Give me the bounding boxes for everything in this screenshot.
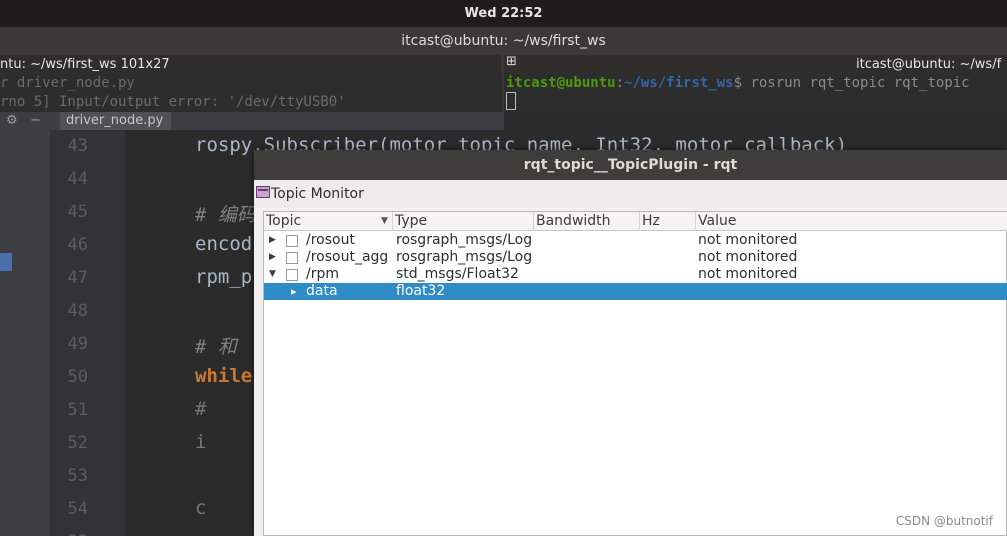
prompt-colon: :	[615, 75, 625, 91]
monitor-checkbox[interactable]	[286, 235, 298, 247]
cell-topic: data	[306, 283, 338, 299]
terminal-window-title: itcast@ubuntu: ~/ws/first_ws	[0, 27, 1007, 55]
top-panel: Wed 22:52	[0, 0, 1007, 27]
terminal-output-line: r driver_node.py	[0, 75, 135, 91]
monitor-checkbox[interactable]	[286, 252, 298, 264]
prompt-command: rosrun rqt_topic rqt_topic	[750, 75, 970, 91]
plugin-title: Topic Monitor	[271, 186, 364, 202]
code-line: encod	[195, 233, 253, 255]
clock[interactable]: Wed 22:52	[465, 6, 543, 21]
watermark: CSDN @butnotif	[895, 514, 993, 528]
tree-header: Topic ▼ Type Bandwidth Hz Value	[264, 212, 1007, 231]
expand-arrow-icon[interactable]: ▶	[269, 249, 276, 266]
editor-left-strip	[0, 130, 50, 536]
code-line: rpm_p	[195, 266, 253, 288]
prompt-dollar: $	[733, 75, 751, 91]
editor-toolbar: ⚙ − driver_node.py	[0, 112, 504, 130]
expand-arrow-icon[interactable]: ▶	[269, 232, 276, 249]
terminal-tab-right[interactable]: itcast@ubuntu: ~/ws/f	[856, 55, 1007, 74]
cell-type: std_msgs/Float32	[396, 266, 519, 282]
sort-arrow-icon: ▼	[381, 216, 388, 226]
code-line: # 和	[195, 336, 237, 358]
terminal-output-line: rno 5] Input/output error: '/dev/ttyUSB0…	[0, 94, 346, 110]
rqt-window-title[interactable]: rqt_topic__TopicPlugin - rqt	[254, 150, 1007, 180]
topic-row[interactable]: ▼ /rpm std_msgs/Float32 not monitored	[264, 266, 1007, 283]
line-number-gutter: 43 44 45 46 47 48 49 50 51 52 53 54 55	[50, 130, 125, 536]
cell-topic: /rosout	[306, 232, 355, 248]
column-header-value[interactable]: Value	[696, 212, 1007, 231]
column-header-hz[interactable]: Hz	[640, 212, 696, 231]
terminal-prompt-line: itcast@ubuntu:~/ws/first_ws$ rosrun rqt_…	[506, 74, 970, 93]
line-number: 48	[67, 301, 88, 321]
column-header-label: Topic	[266, 213, 302, 229]
split-pane-icon[interactable]: ⊞	[506, 55, 520, 69]
line-number: 51	[67, 400, 88, 420]
column-header-type[interactable]: Type	[393, 212, 534, 231]
code-line: i	[195, 431, 207, 453]
terminal-cursor	[506, 92, 516, 110]
line-number: 47	[67, 268, 88, 288]
cell-topic: /rosout_agg	[306, 249, 389, 265]
topic-row[interactable]: ▶ /rosout rosgraph_msgs/Log not monitored	[264, 232, 1007, 249]
topic-tree[interactable]: Topic ▼ Type Bandwidth Hz Value ▶ /rosout r…	[263, 211, 1007, 536]
cell-topic: /rpm	[306, 266, 339, 282]
prompt-path: ~/ws/first_ws	[624, 75, 734, 91]
line-number: 45	[67, 202, 88, 222]
gear-icon[interactable]: ⚙	[6, 112, 18, 130]
line-number: 44	[67, 169, 88, 189]
line-number: 49	[67, 334, 88, 354]
plugin-header: Topic Monitor	[254, 180, 1007, 208]
line-number: 52	[67, 433, 88, 453]
code-line: # 编码	[195, 204, 256, 226]
terminal-pane-left[interactable]: r driver_node.py rno 5] Input/output err…	[0, 74, 502, 112]
mouse-pointer-icon: ▸	[291, 285, 297, 298]
line-number: 46	[67, 235, 88, 255]
line-number: 55	[58, 532, 88, 536]
cell-type: float32	[396, 283, 446, 299]
editor-file-tab[interactable]: driver_node.py	[60, 112, 172, 130]
line-number: 50	[67, 367, 88, 387]
collapse-arrow-icon[interactable]: ▼	[269, 266, 276, 283]
line-number: 53	[67, 466, 88, 486]
minimize-icon[interactable]: −	[30, 112, 41, 130]
column-header-bandwidth[interactable]: Bandwidth	[534, 212, 640, 231]
code-line: while	[195, 365, 253, 387]
plugin-icon	[256, 186, 270, 198]
monitor-checkbox[interactable]	[286, 269, 298, 281]
line-number: 43	[67, 136, 88, 156]
terminal-tab-left[interactable]: ntu: ~/ws/first_ws 101x27	[0, 55, 500, 74]
line-number: 54	[67, 499, 88, 519]
code-line: c	[195, 530, 206, 536]
editor-left-highlight	[0, 253, 12, 271]
prompt-user-host: itcast@ubuntu	[506, 75, 616, 91]
cell-value: not monitored	[698, 266, 798, 282]
code-line: #	[195, 398, 207, 420]
code-line: c	[195, 497, 207, 519]
topic-row[interactable]: ▶ /rosout_agg rosgraph_msgs/Log not monitor…	[264, 249, 1007, 266]
rqt-window: rqt_topic__TopicPlugin - rqt Topic Monit…	[254, 150, 1007, 536]
column-header-topic[interactable]: Topic ▼	[264, 212, 393, 231]
topic-row[interactable]: ▸ data float32	[264, 283, 1007, 300]
cell-value: not monitored	[698, 232, 798, 248]
cell-type: rosgraph_msgs/Log	[396, 232, 533, 248]
cell-value: not monitored	[698, 249, 798, 265]
cell-type: rosgraph_msgs/Log	[396, 249, 533, 265]
